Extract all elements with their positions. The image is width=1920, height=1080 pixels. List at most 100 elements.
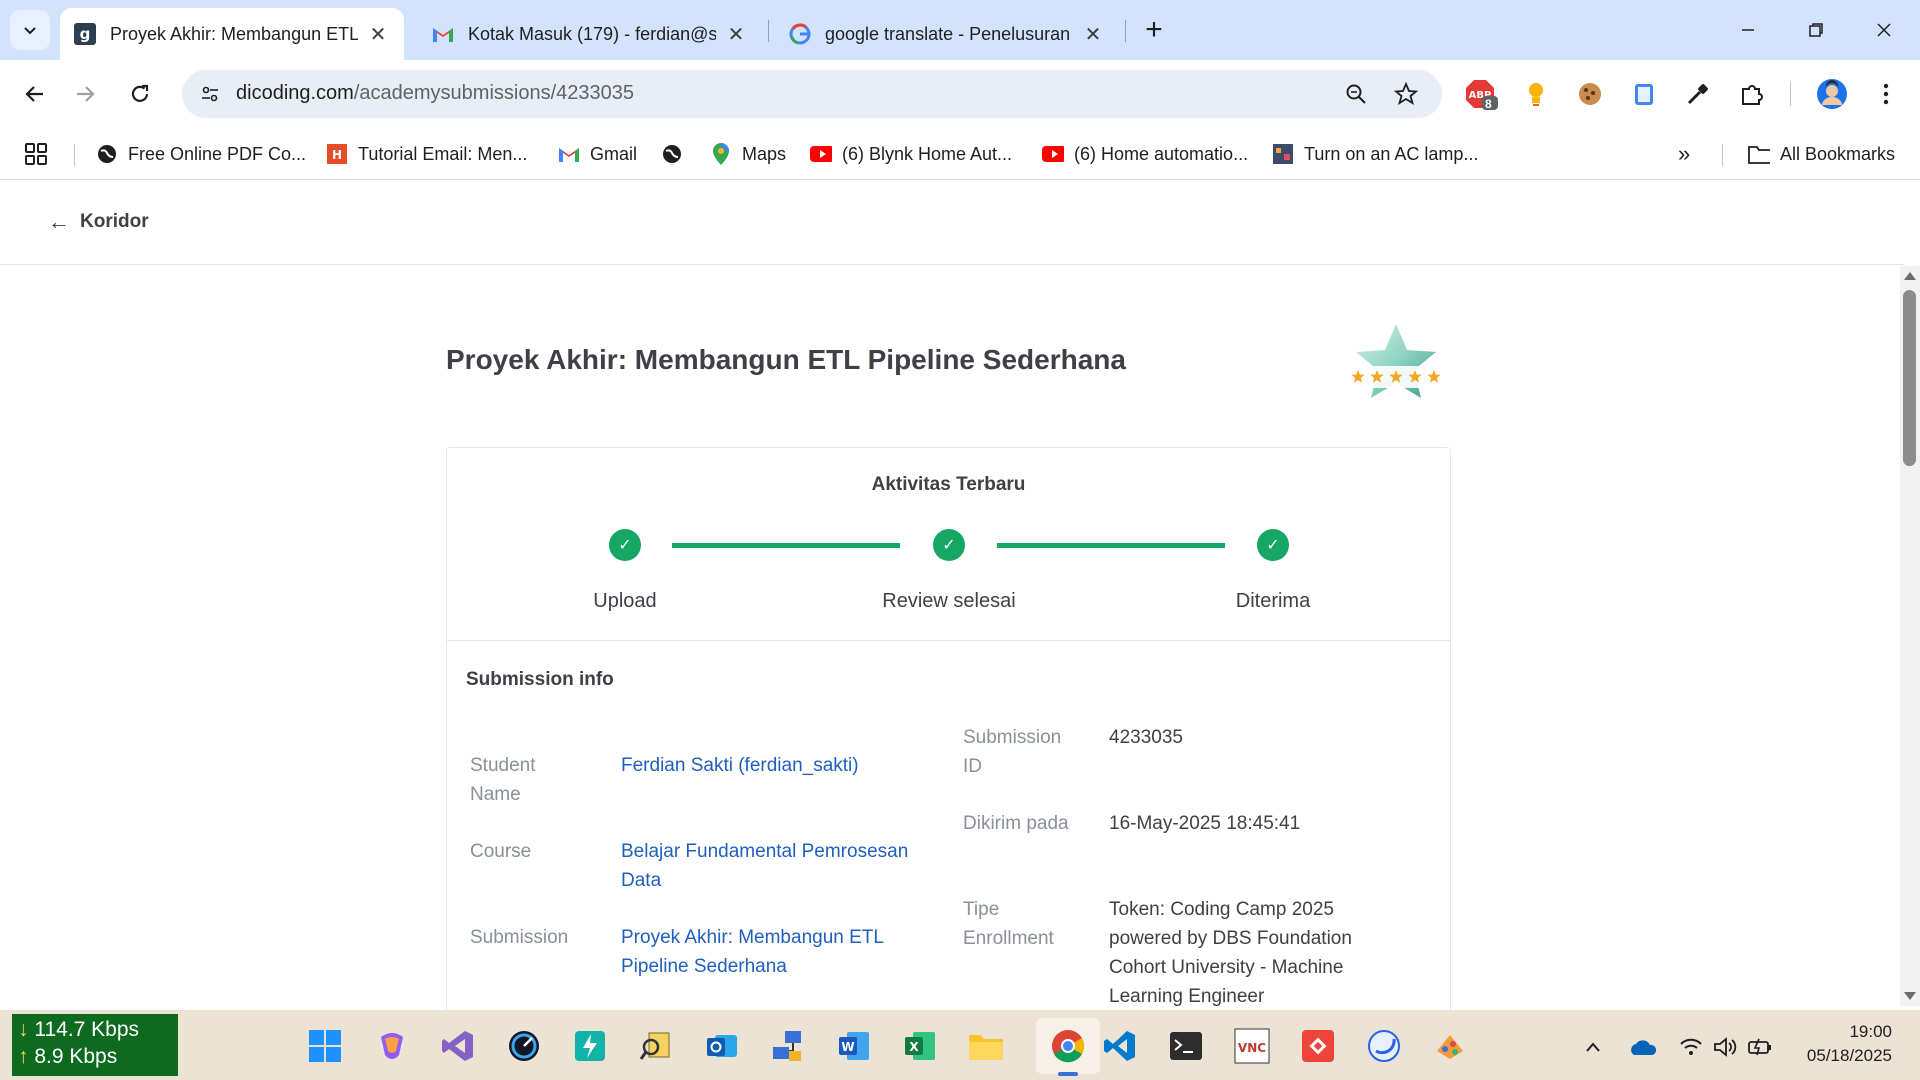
download-speed-value: 114.7 Kbps: [34, 1018, 140, 1041]
all-bookmarks-button[interactable]: All Bookmarks: [1748, 138, 1895, 170]
instructables-icon: [1272, 143, 1294, 165]
bookmark-item[interactable]: (6) Blynk Home Aut...: [810, 138, 1012, 170]
profile-avatar[interactable]: [1814, 76, 1850, 112]
paint-app-icon[interactable]: [1430, 1026, 1470, 1066]
tab-title: google translate - Penelusuran Google: [825, 23, 1073, 44]
power-automate-icon[interactable]: [570, 1026, 610, 1066]
chrome-icon[interactable]: [1048, 1026, 1088, 1066]
eyedropper-extension-icon[interactable]: [1680, 76, 1716, 112]
scroll-down-arrow-icon[interactable]: [1904, 992, 1916, 1000]
card-divider: [447, 640, 1450, 641]
visual-studio-icon[interactable]: [438, 1026, 478, 1066]
file-explorer-icon[interactable]: [966, 1026, 1006, 1066]
onedrive-icon[interactable]: [1628, 1032, 1658, 1062]
windows-taskbar: ↓ 114.7 Kbps ↑ 8.9 Kbps W X VNC 19:00 05…: [0, 1010, 1920, 1080]
url-path: /academysubmissions/4233035: [353, 82, 635, 104]
network-tool-icon[interactable]: [768, 1026, 808, 1066]
close-icon[interactable]: ✕: [366, 22, 390, 46]
bookmark-item[interactable]: Gmail: [558, 138, 637, 170]
new-tab-button[interactable]: +: [1136, 12, 1172, 48]
zoom-icon[interactable]: [1342, 80, 1370, 108]
more-bookmarks-chevron-icon[interactable]: »: [1678, 138, 1690, 170]
minimize-button[interactable]: [1726, 8, 1770, 52]
adblock-extension-icon[interactable]: ABP 8: [1464, 76, 1500, 112]
word-icon[interactable]: W: [834, 1026, 874, 1066]
vnc-viewer-icon[interactable]: VNC: [1232, 1026, 1272, 1066]
submission-label: Submission: [470, 927, 569, 948]
bookmark-label: Gmail: [590, 143, 638, 164]
clipboard-extension-icon[interactable]: [1626, 76, 1662, 112]
url-text: dicoding.com/academysubmissions/4233035: [236, 82, 634, 105]
course-link[interactable]: Belajar Fundamental Pemrosesan Data: [621, 837, 941, 895]
folder-icon: [1748, 143, 1770, 165]
bookmarks-bar: Free Online PDF Co... H Tutorial Email: …: [0, 128, 1920, 180]
step-label-review: Review selesai: [882, 590, 1016, 612]
excel-icon[interactable]: X: [900, 1026, 940, 1066]
extension-badge: 8: [1485, 97, 1492, 111]
dev-tool-icon[interactable]: [1364, 1026, 1404, 1066]
search-tool-icon[interactable]: [636, 1026, 676, 1066]
page-scrollbar[interactable]: [1900, 266, 1920, 1006]
cookie-extension-icon[interactable]: [1572, 76, 1608, 112]
bookmark-item[interactable]: (6) Home automatio...: [1042, 138, 1248, 170]
wifi-icon[interactable]: [1676, 1032, 1706, 1062]
bookmark-item[interactable]: Maps: [710, 138, 786, 170]
speedtest-icon[interactable]: [504, 1026, 544, 1066]
lightbulb-extension-icon[interactable]: [1518, 76, 1554, 112]
html-icon: H: [326, 143, 348, 165]
tab-search-button[interactable]: [10, 10, 50, 50]
activity-title: Aktivitas Terbaru: [871, 474, 1026, 495]
svg-text:g: g: [80, 25, 91, 43]
show-hidden-icons-chevron-icon[interactable]: [1578, 1032, 1608, 1062]
submission-link[interactable]: Proyek Akhir: Membangun ETL Pipeline Sed…: [621, 923, 941, 981]
bookmark-item[interactable]: Turn on an AC lamp...: [1272, 138, 1478, 170]
globe-icon: [661, 143, 683, 165]
download-speed: ↓ 114.7 Kbps: [18, 1018, 140, 1041]
enrollment-type-label: Tipe Enrollment: [963, 899, 1054, 949]
anydesk-icon[interactable]: [1298, 1026, 1338, 1066]
copilot-icon[interactable]: [372, 1026, 412, 1066]
maps-icon: [710, 143, 732, 165]
tab-dicoding[interactable]: g Proyek Akhir: Membangun ETL Pipeline S…: [60, 8, 404, 60]
sent-at-label: Dikirim pada: [963, 813, 1069, 834]
submission-id-label: Submission ID: [963, 727, 1062, 777]
back-to-koridor-link[interactable]: ← Koridor: [48, 209, 149, 235]
upload-speed-value: 8.9 Kbps: [34, 1045, 118, 1068]
site-info-icon[interactable]: [194, 78, 226, 110]
tab-title: Kotak Masuk (179) - ferdian@sm: [468, 23, 716, 44]
globe-icon: [96, 143, 118, 165]
bookmark-star-icon[interactable]: [1392, 80, 1420, 108]
svg-text:X: X: [909, 1040, 919, 1054]
outlook-icon[interactable]: [702, 1026, 742, 1066]
bookmark-item[interactable]: [661, 138, 693, 170]
scrollbar-thumb[interactable]: [1903, 290, 1916, 466]
reload-button[interactable]: [120, 74, 160, 114]
battery-charging-icon[interactable]: [1745, 1032, 1775, 1062]
apps-grid-icon[interactable]: [24, 138, 48, 170]
tab-strip: g Proyek Akhir: Membangun ETL Pipeline S…: [0, 0, 1920, 60]
terminal-icon[interactable]: [1166, 1026, 1206, 1066]
student-name-link[interactable]: Ferdian Sakti (ferdian_sakti): [621, 751, 941, 780]
scroll-up-arrow-icon[interactable]: [1904, 272, 1916, 280]
gmail-icon: [558, 143, 580, 165]
address-bar[interactable]: dicoding.com/academysubmissions/4233035: [182, 70, 1442, 118]
close-window-button[interactable]: [1862, 8, 1906, 52]
extensions-puzzle-icon[interactable]: [1734, 76, 1770, 112]
upload-speed: ↑ 8.9 Kbps: [18, 1045, 118, 1068]
all-bookmarks-label: All Bookmarks: [1780, 143, 1896, 164]
forward-button[interactable]: [66, 74, 106, 114]
back-button[interactable]: [14, 74, 54, 114]
bookmark-item[interactable]: H Tutorial Email: Men...: [326, 138, 527, 170]
more-menu-icon[interactable]: [1868, 76, 1904, 112]
bookmark-item[interactable]: Free Online PDF Co...: [96, 138, 306, 170]
restore-button[interactable]: [1794, 8, 1838, 52]
tab-google[interactable]: google translate - Penelusuran Google ✕: [775, 8, 1119, 60]
volume-icon[interactable]: [1710, 1032, 1740, 1062]
system-clock[interactable]: 19:00 05/18/2025: [1788, 1020, 1892, 1068]
vscode-icon[interactable]: [1100, 1026, 1140, 1066]
start-windows-icon[interactable]: [305, 1026, 345, 1066]
tab-gmail[interactable]: Kotak Masuk (179) - ferdian@sm ✕: [418, 8, 762, 60]
close-icon[interactable]: ✕: [724, 22, 748, 46]
bookmark-divider: [1722, 144, 1723, 166]
close-icon[interactable]: ✕: [1081, 22, 1105, 46]
